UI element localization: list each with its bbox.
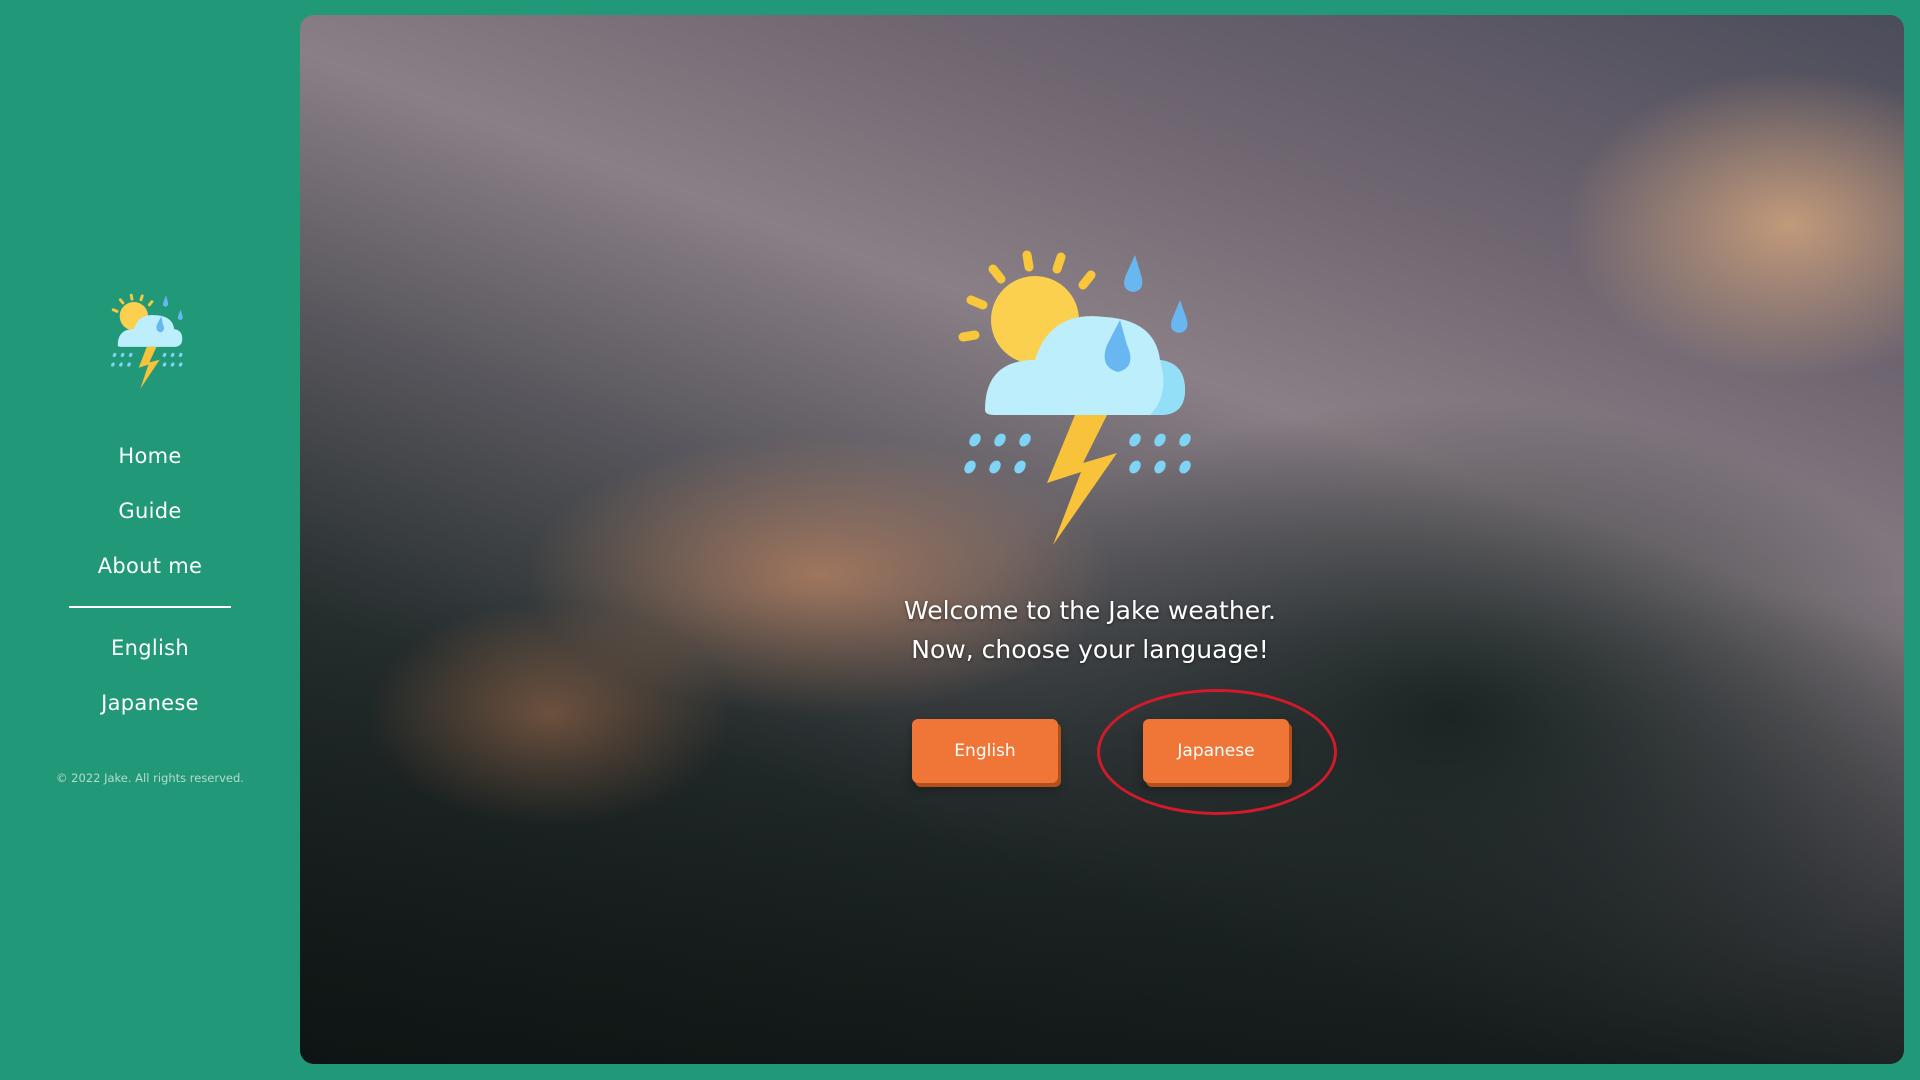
weather-logo-icon bbox=[111, 293, 183, 389]
copyright-text: © 2022 Jake. All rights reserved. bbox=[56, 771, 244, 785]
main-hero: Welcome to the Jake weather. Now, choose… bbox=[300, 15, 1904, 1064]
welcome-line-1: Welcome to the Jake weather. bbox=[903, 596, 1277, 625]
nav-language-japanese[interactable]: Japanese bbox=[0, 691, 300, 715]
welcome-message: Welcome to the Jake weather. Now, choose… bbox=[780, 591, 1400, 669]
nav-about-me[interactable]: About me bbox=[0, 554, 300, 578]
sidebar: Home Guide About me English Japanese © 2… bbox=[0, 0, 300, 1080]
english-button[interactable]: English bbox=[912, 719, 1058, 783]
nav-guide[interactable]: Guide bbox=[0, 499, 300, 523]
sidebar-divider bbox=[69, 606, 231, 608]
sun-cloud-rain-lightning-icon bbox=[958, 250, 1191, 545]
nav-language-english[interactable]: English bbox=[0, 636, 300, 660]
welcome-line-2: Now, choose your language! bbox=[911, 635, 1269, 664]
japanese-button[interactable]: Japanese bbox=[1143, 719, 1289, 783]
nav-home[interactable]: Home bbox=[0, 444, 300, 468]
